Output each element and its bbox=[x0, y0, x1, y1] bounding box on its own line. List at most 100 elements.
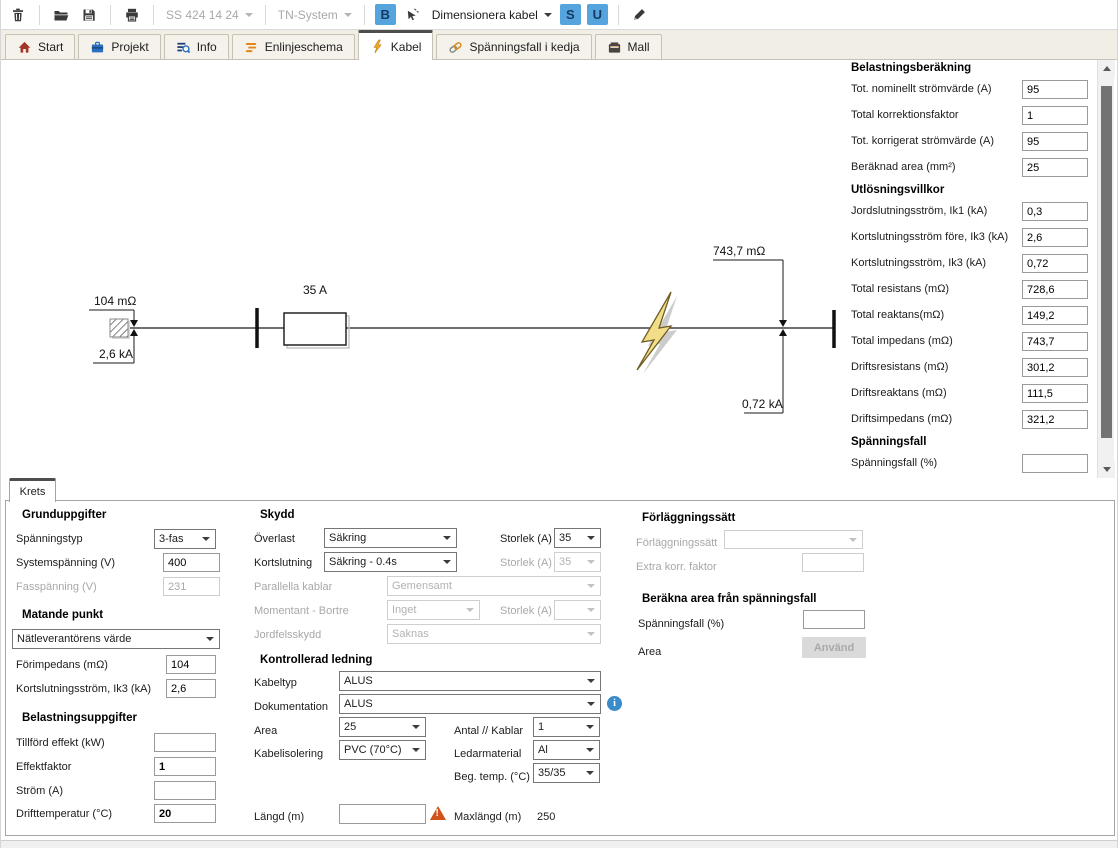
chevron-down-icon bbox=[412, 748, 420, 752]
tab-projekt[interactable]: Projekt bbox=[78, 34, 160, 59]
effektfaktor-field[interactable] bbox=[154, 757, 216, 776]
chevron-down-icon bbox=[586, 771, 594, 775]
total-reaktans-field[interactable] bbox=[1022, 306, 1088, 325]
group-title: Grunduppgifter bbox=[22, 509, 106, 521]
field-label: Total impedans (mΩ) bbox=[851, 335, 953, 347]
spanningsfall-procent-result-field[interactable] bbox=[1022, 454, 1088, 473]
select-tool-icon[interactable] bbox=[402, 4, 424, 26]
ledarmaterial-select[interactable]: Al bbox=[533, 740, 600, 760]
spanningsfall-procent-field[interactable] bbox=[803, 610, 865, 629]
total-impedans-field[interactable] bbox=[1022, 332, 1088, 351]
scroll-down-button[interactable] bbox=[1098, 461, 1115, 478]
chevron-down-icon bbox=[202, 537, 210, 541]
diagram-label-source-short-circuit: 2,6 kA bbox=[99, 347, 133, 361]
kabeltyp-select[interactable]: ALUS bbox=[339, 671, 601, 691]
group-title: Förläggningssätt bbox=[642, 512, 735, 524]
overlast-select[interactable]: Säkring bbox=[324, 528, 457, 548]
result-row: Kortslutningsström, Ik3 (kA) bbox=[851, 254, 1088, 273]
triangle-down-icon bbox=[1103, 467, 1111, 472]
save-icon[interactable] bbox=[78, 4, 100, 26]
tot-nominellt-stromvarde-field[interactable] bbox=[1022, 80, 1088, 99]
field-label: Total resistans (mΩ) bbox=[851, 283, 949, 295]
strom-field[interactable] bbox=[154, 781, 216, 800]
matande-punkt-select[interactable]: Nätleverantörens värde bbox=[12, 629, 220, 649]
tot-korrigerat-stromvarde-field[interactable] bbox=[1022, 132, 1088, 151]
toolbar-separator bbox=[39, 5, 40, 25]
systemspanning-field[interactable] bbox=[163, 553, 220, 572]
tab-spanningsfall-i-kedja[interactable]: Spänningsfall i kedja bbox=[436, 34, 591, 59]
open-folder-icon[interactable] bbox=[50, 4, 72, 26]
tab-start[interactable]: Start bbox=[5, 34, 75, 59]
section-title: Spänningsfall bbox=[851, 436, 1088, 449]
tab-enlinjeschema[interactable]: Enlinjeschema bbox=[232, 34, 355, 59]
total-resistans-field[interactable] bbox=[1022, 280, 1088, 299]
scrollbar-thumb[interactable] bbox=[1101, 86, 1112, 438]
group-title: Belastningsuppgifter bbox=[22, 712, 137, 724]
dokumentation-select[interactable]: ALUS bbox=[339, 694, 601, 714]
result-row: Total resistans (mΩ) bbox=[851, 280, 1088, 299]
jordslutningsstrom-ik1-field[interactable] bbox=[1022, 202, 1088, 221]
spanningstyp-select[interactable]: 3-fas bbox=[154, 529, 216, 549]
combo-value: Säkring bbox=[329, 532, 366, 544]
tillford-effekt-field[interactable] bbox=[154, 733, 216, 752]
drifttemperatur-field[interactable] bbox=[154, 804, 216, 823]
driftsresistans-field[interactable] bbox=[1022, 358, 1088, 377]
trash-icon[interactable] bbox=[7, 4, 29, 26]
vertical-scrollbar[interactable] bbox=[1097, 60, 1114, 478]
tab-kabel[interactable]: Kabel bbox=[358, 30, 434, 60]
lightning-icon bbox=[370, 39, 385, 54]
pencil-icon[interactable] bbox=[629, 4, 651, 26]
driftsreaktans-field[interactable] bbox=[1022, 384, 1088, 403]
b-button[interactable]: B bbox=[375, 4, 396, 25]
total-korrektionsfaktor-field[interactable] bbox=[1022, 106, 1088, 125]
info-icon[interactable]: i bbox=[607, 696, 622, 711]
kortslutningsstrom-ik3-field[interactable] bbox=[166, 679, 216, 698]
field-label: Driftsimpedans (mΩ) bbox=[851, 413, 952, 425]
antal-kablar-select[interactable]: 1 bbox=[533, 717, 600, 737]
scroll-up-button[interactable] bbox=[1098, 60, 1115, 77]
chevron-down-icon bbox=[245, 13, 253, 17]
anvand-button: Använd bbox=[802, 637, 866, 658]
mode-dropdown[interactable]: Dimensionera kabel bbox=[430, 8, 554, 22]
one-line-diagram[interactable]: 104 mΩ 2,6 kA 35 A 743,7 mΩ 0,72 kA bbox=[81, 170, 851, 420]
result-row: Tot. korrigerat strömvärde (A) bbox=[851, 132, 1088, 151]
u-button[interactable]: U bbox=[587, 4, 608, 25]
field-label: Extra korr. faktor bbox=[636, 561, 717, 573]
tab-info[interactable]: Info bbox=[164, 34, 229, 59]
result-row: Beräknad area (mm²) bbox=[851, 158, 1088, 177]
field-label: Kortslutningsström före, Ik3 (kA) bbox=[851, 231, 1008, 243]
result-row: Jordslutningsström, Ik1 (kA) bbox=[851, 202, 1088, 221]
field-label: Driftsreaktans (mΩ) bbox=[851, 387, 947, 399]
overlast-storlek-select[interactable]: 35 bbox=[554, 528, 601, 548]
toolbar-separator bbox=[265, 5, 266, 25]
combo-value: PVC (70°C) bbox=[344, 744, 402, 756]
tab-label: Info bbox=[197, 40, 217, 54]
combo-value: 35 bbox=[559, 556, 571, 568]
kortslutningsstrom-fore-ik3-field[interactable] bbox=[1022, 228, 1088, 247]
driftsimpedans-field[interactable] bbox=[1022, 410, 1088, 429]
field-label: Jordfelsskydd bbox=[254, 629, 321, 641]
combo-value: Säkring - 0.4s bbox=[329, 556, 397, 568]
standard-dropdown: SS 424 14 24 bbox=[164, 8, 255, 22]
beg-temp-select[interactable]: 35/35 bbox=[533, 763, 600, 783]
template-icon bbox=[607, 40, 622, 55]
langd-field[interactable] bbox=[339, 804, 426, 824]
area-select[interactable]: 25 bbox=[339, 717, 426, 737]
result-row: Driftsimpedans (mΩ) bbox=[851, 410, 1088, 429]
result-row: Kortslutningsström före, Ik3 (kA) bbox=[851, 228, 1088, 247]
kortslutningsstrom-ik3-field[interactable] bbox=[1022, 254, 1088, 273]
s-button[interactable]: S bbox=[560, 4, 581, 25]
forimpedans-field[interactable] bbox=[166, 655, 216, 674]
tab-mall[interactable]: Mall bbox=[595, 34, 662, 59]
print-icon[interactable] bbox=[121, 4, 143, 26]
kortslutning-select[interactable]: Säkring - 0.4s bbox=[324, 552, 457, 572]
tab-krets[interactable]: Krets bbox=[9, 478, 56, 502]
kabelisolering-select[interactable]: PVC (70°C) bbox=[339, 740, 426, 760]
chevron-down-icon bbox=[544, 13, 552, 17]
briefcase-icon bbox=[90, 40, 105, 55]
chevron-down-icon bbox=[587, 536, 595, 540]
triangle-up-icon bbox=[1103, 66, 1111, 71]
beraknad-area-field[interactable] bbox=[1022, 158, 1088, 177]
chevron-down-icon bbox=[586, 725, 594, 729]
system-dropdown: TN-System bbox=[276, 8, 354, 22]
